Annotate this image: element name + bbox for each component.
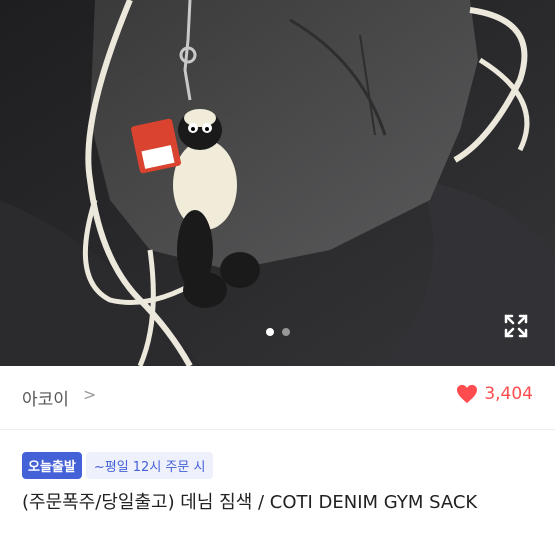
carousel-dot-active[interactable] xyxy=(265,328,274,336)
heart-icon[interactable] xyxy=(456,384,478,404)
today-shipping-badge: 오늘출발 xyxy=(22,452,82,479)
likes-count: 3,404 xyxy=(484,384,533,404)
product-photo xyxy=(0,0,555,366)
seller-name[interactable]: 아코이 xyxy=(22,385,69,410)
shipping-badges: 오늘출발 ~평일 12시 주문 시 xyxy=(22,452,214,479)
product-image[interactable] xyxy=(0,0,555,366)
chevron-right-icon: > xyxy=(83,385,97,404)
product-title: (주문폭주/당일출고) 데님 짐색 / COTI DENIM GYM SACK xyxy=(22,492,478,513)
carousel-dot[interactable] xyxy=(281,328,290,336)
carousel-indicator xyxy=(0,328,555,336)
seller-row[interactable]: 아코이 > 3,404 xyxy=(0,366,555,430)
shipping-note: ~평일 12시 주문 시 xyxy=(85,452,214,479)
expand-icon[interactable] xyxy=(503,313,529,339)
likes[interactable]: 3,404 xyxy=(456,384,533,404)
